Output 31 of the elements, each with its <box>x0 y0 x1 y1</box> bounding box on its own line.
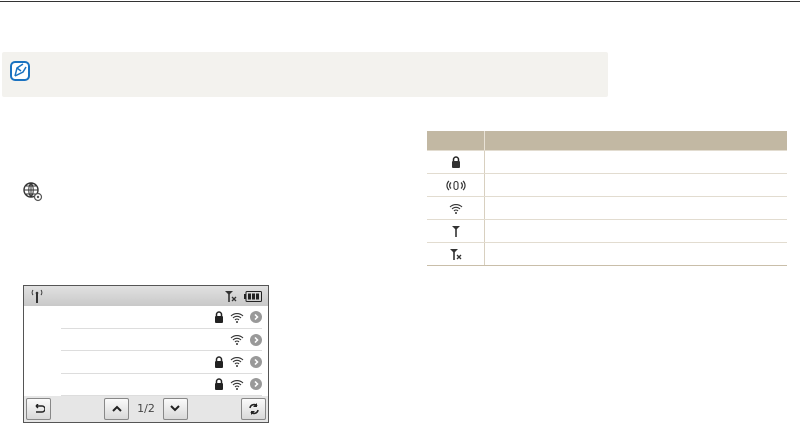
wifi-icon <box>230 312 244 323</box>
wifi-icon <box>230 356 244 368</box>
no-signal-icon <box>224 290 238 302</box>
note-icon <box>10 61 30 81</box>
page-indicator: 1/2 <box>137 402 155 416</box>
antenna-icon <box>450 225 460 237</box>
wifi-icon <box>230 334 244 346</box>
refresh-icon <box>248 402 260 415</box>
page-up-button[interactable] <box>104 398 130 420</box>
back-arrow-icon <box>32 404 44 414</box>
chevron-right-icon[interactable] <box>250 334 262 346</box>
wifi-icon <box>230 378 244 390</box>
page-down-button[interactable] <box>162 398 188 420</box>
lock-icon <box>214 311 224 324</box>
lock-icon <box>450 156 460 168</box>
back-button[interactable] <box>26 398 51 420</box>
battery-icon <box>244 290 262 302</box>
chevron-right-icon[interactable] <box>250 356 262 368</box>
wifi-icon <box>448 202 462 214</box>
antenna-icon <box>30 289 44 304</box>
access-point-icon <box>446 180 466 190</box>
chevron-right-icon[interactable] <box>250 311 262 324</box>
no-signal-icon <box>448 248 462 260</box>
refresh-button[interactable] <box>241 398 266 420</box>
lock-icon <box>214 356 224 368</box>
globe-settings-icon <box>23 182 43 202</box>
chevron-down-icon <box>170 405 180 412</box>
header-cell <box>427 131 484 150</box>
chevron-right-icon[interactable] <box>250 378 262 390</box>
chevron-up-icon <box>112 405 122 412</box>
lock-icon <box>214 378 224 390</box>
